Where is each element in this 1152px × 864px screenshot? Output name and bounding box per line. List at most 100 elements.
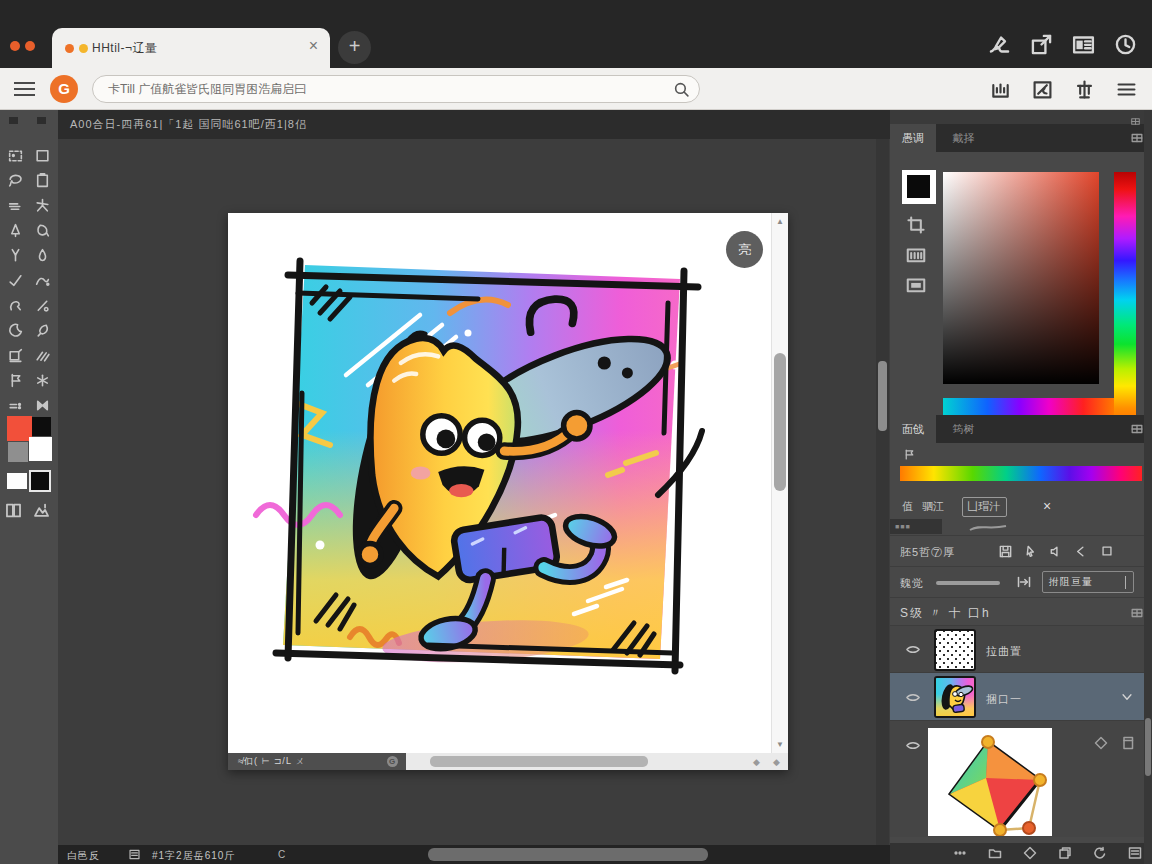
back-icon[interactable]: [1073, 544, 1088, 559]
tool-eraser-icon[interactable]: [7, 197, 24, 214]
history-icon[interactable]: [1113, 32, 1138, 57]
tool-droplet-icon[interactable]: [34, 247, 51, 264]
swatch-small-white[interactable]: [7, 473, 27, 489]
values-icon[interactable]: [903, 244, 929, 266]
swatch-small-black[interactable]: [29, 470, 51, 492]
tool-teardrop-icon[interactable]: [34, 322, 51, 339]
new-tab-button[interactable]: +: [338, 31, 371, 64]
app-menubar[interactable]: A00合日-四再61|「1起 国同咄61吧/西1|8侣: [58, 110, 890, 139]
window-dot-1[interactable]: [10, 41, 20, 51]
tool-marquee-icon[interactable]: [7, 147, 24, 164]
card-icon[interactable]: [1071, 32, 1096, 57]
tool-slash-icon[interactable]: [34, 297, 51, 314]
tool-hatch-icon[interactable]: [34, 347, 51, 364]
blend-dropdown[interactable]: 拊阻亘量: [1042, 571, 1134, 593]
panel-corner-icon[interactable]: [1130, 113, 1141, 124]
skip-icon[interactable]: [1016, 574, 1032, 590]
tool-check-icon[interactable]: [7, 272, 24, 289]
translate-icon[interactable]: [1031, 78, 1054, 101]
hamburger-icon[interactable]: [1115, 78, 1138, 101]
tool-clipboard-icon[interactable]: [34, 172, 51, 189]
tab-gradient[interactable]: 面戗: [890, 415, 936, 443]
visibility-icon-3[interactable]: [902, 738, 924, 753]
panel-menu-icon[interactable]: [1130, 131, 1144, 145]
list-icon[interactable]: [1127, 845, 1143, 861]
status-refresh-icon[interactable]: C: [278, 849, 285, 860]
swatch-white[interactable]: [29, 437, 52, 461]
hue-bar-horizontal[interactable]: [943, 398, 1114, 415]
layer-thumbnail-3[interactable]: [928, 728, 1052, 836]
document-vscrollbar[interactable]: ▲ ▼: [771, 213, 788, 753]
resize-diamond-icon[interactable]: ◆: [753, 757, 760, 767]
layer-row-1[interactable]: 拉曲置: [890, 625, 1152, 672]
mask-icon[interactable]: [4, 501, 23, 520]
rotate-icon[interactable]: [1092, 845, 1108, 861]
foreground-swatch[interactable]: [902, 170, 936, 204]
diamond-icon[interactable]: [1022, 845, 1038, 861]
speaker-icon[interactable]: [1048, 544, 1063, 559]
dock-close-icon[interactable]: ×: [1043, 498, 1051, 514]
hscroll-handle[interactable]: [430, 756, 648, 767]
tool-crescent-icon[interactable]: [7, 322, 24, 339]
adjust-icon[interactable]: [32, 501, 51, 520]
crop-icon[interactable]: [903, 214, 929, 236]
scroll-down-icon[interactable]: ▼: [776, 740, 784, 749]
delete-icon[interactable]: [1120, 735, 1136, 751]
pin-icon[interactable]: [1073, 78, 1096, 101]
panel-menu-icon-2[interactable]: [1130, 422, 1144, 436]
menu-icon[interactable]: [14, 82, 35, 96]
dock-tab-2[interactable]: 驷江: [922, 499, 944, 514]
swatch-gray[interactable]: [8, 442, 28, 462]
dock-tab-1[interactable]: 值: [902, 499, 913, 514]
tab-swatches[interactable]: 戴择: [940, 124, 986, 152]
layers-menu-icon[interactable]: [1130, 606, 1144, 620]
browser-tab[interactable]: HHtil-¬辽量 ×: [52, 28, 330, 68]
signature-icon[interactable]: [987, 32, 1012, 57]
app-vscrollbar[interactable]: [876, 139, 889, 845]
folder-icon[interactable]: [987, 845, 1003, 861]
vscroll-handle[interactable]: [774, 353, 786, 491]
tool-ink-icon[interactable]: [34, 222, 51, 239]
gradient-flag-icon[interactable]: [903, 447, 916, 460]
swatch-black[interactable]: [32, 417, 51, 436]
panel-vscrollbar[interactable]: [1144, 110, 1152, 864]
scroll-up-icon[interactable]: ▲: [776, 217, 784, 226]
visibility-icon-2[interactable]: [902, 690, 924, 705]
tool-equal-icon[interactable]: [7, 397, 24, 414]
tool-bowtie-icon[interactable]: [34, 397, 51, 414]
tool-lasso-icon[interactable]: [7, 172, 24, 189]
visibility-icon[interactable]: [902, 642, 924, 657]
tool-stamp-icon[interactable]: [7, 347, 24, 364]
tool-flag-icon[interactable]: [7, 372, 24, 389]
search-icon[interactable]: [673, 81, 690, 98]
tool-asterisk-icon[interactable]: [34, 372, 51, 389]
layer-thumbnail-1[interactable]: [934, 629, 976, 671]
dock-minitab[interactable]: ■■■: [890, 519, 942, 534]
downloads-icon[interactable]: [989, 78, 1012, 101]
tab-pattern[interactable]: 筠树: [940, 415, 986, 443]
opacity-slider[interactable]: [936, 581, 1000, 585]
external-link-icon[interactable]: [1029, 32, 1054, 57]
gradient-bar[interactable]: [900, 466, 1142, 481]
dock-tab-3[interactable]: 凵瑁汁: [962, 497, 1007, 517]
tool-wand-icon[interactable]: [34, 197, 51, 214]
panel-vscroll-handle[interactable]: [1145, 718, 1151, 776]
chevron-down-icon[interactable]: [1120, 690, 1134, 704]
sliders-icon[interactable]: [903, 274, 929, 296]
address-bar[interactable]: 卡Till 广值航雀皆氏阻同胃困浩扁启曰: [92, 75, 700, 103]
tool-cursor-icon[interactable]: [7, 247, 24, 264]
resize-diamond-icon-2[interactable]: ◆: [773, 757, 780, 767]
cursor-icon[interactable]: [1023, 544, 1038, 559]
layer-row-2[interactable]: 捆口一: [890, 672, 1152, 720]
browser-logo-icon[interactable]: G: [50, 75, 78, 103]
dots-icon[interactable]: [952, 845, 968, 861]
document-window[interactable]: 亮 ▲ ▼ ≉㐰( ⊢ ⊐/Ⅼ ㄨ G ◆ ◆: [228, 213, 788, 770]
canvas-area[interactable]: 亮 ▲ ▼ ≉㐰( ⊢ ⊐/Ⅼ ㄨ G ◆ ◆: [58, 139, 890, 845]
save-icon[interactable]: [998, 544, 1013, 559]
layer-thumbnail-2[interactable]: [934, 676, 976, 718]
tool-frame-icon[interactable]: [34, 147, 51, 164]
link-icon[interactable]: [1093, 735, 1109, 751]
tab-color[interactable]: 愚调: [890, 124, 936, 152]
tab-close-icon[interactable]: ×: [309, 37, 318, 55]
pages-icon[interactable]: [1057, 845, 1073, 861]
